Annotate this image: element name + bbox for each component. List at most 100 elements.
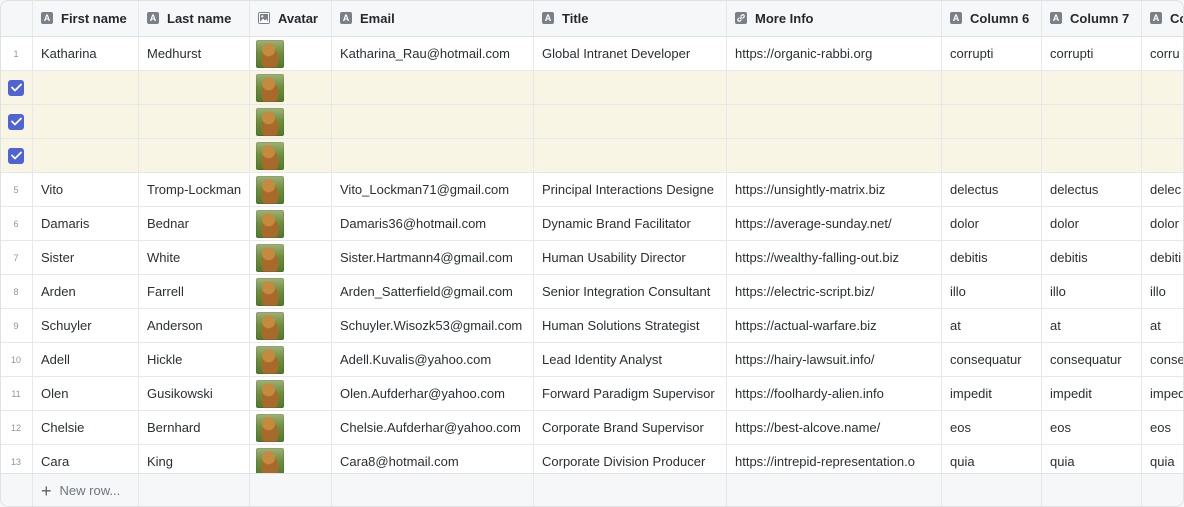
cell-first-name[interactable]: Vito — [33, 173, 139, 206]
cell-column-6[interactable]: at — [942, 309, 1042, 342]
cell-title[interactable]: Forward Paradigm Supervisor — [534, 377, 727, 410]
row-checkbox[interactable] — [0, 139, 33, 172]
cell-column-7[interactable]: debitis — [1042, 241, 1142, 274]
cell-email[interactable]: Vito_Lockman71@gmail.com — [332, 173, 534, 206]
cell-last-name[interactable] — [139, 139, 250, 172]
cell-avatar[interactable] — [250, 411, 332, 444]
row-number[interactable]: 7 — [0, 241, 33, 274]
cell-title[interactable]: Corporate Brand Supervisor — [534, 411, 727, 444]
row-number[interactable]: 12 — [0, 411, 33, 444]
cell-column-6[interactable]: consequatur — [942, 343, 1042, 376]
table-row[interactable]: 10 Adell Hickle Adell.Kuvalis@yahoo.com Lead… — [0, 343, 1184, 377]
table-row[interactable]: 1 Katharina Medhurst Katharina_Rau@hotmail.… — [0, 37, 1184, 71]
cell-more-info[interactable]: https://electric-script.biz/ — [727, 275, 942, 308]
cell-title[interactable]: Senior Integration Consultant — [534, 275, 727, 308]
cell-email[interactable]: Olen.Aufderhar@yahoo.com — [332, 377, 534, 410]
column-header-email[interactable]: A Email — [332, 0, 534, 36]
column-header-title[interactable]: A Title — [534, 0, 727, 36]
cell-last-name[interactable]: Tromp-Lockman — [139, 173, 250, 206]
cell-more-info[interactable]: https://best-alcove.name/ — [727, 411, 942, 444]
cell-more-info[interactable]: https://actual-warfare.biz — [727, 309, 942, 342]
checkmark-icon[interactable] — [8, 79, 24, 96]
cell-avatar[interactable] — [250, 207, 332, 240]
table-row[interactable]: 12 Chelsie Bernhard Chelsie.Aufderhar@yahoo… — [0, 411, 1184, 445]
cell-first-name[interactable] — [33, 105, 139, 138]
cell-last-name[interactable]: Farrell — [139, 275, 250, 308]
cell-column-8[interactable]: imped — [1142, 377, 1184, 410]
cell-email[interactable] — [332, 139, 534, 172]
table-row[interactable] — [0, 105, 1184, 139]
cell-title[interactable] — [534, 71, 727, 104]
row-number[interactable]: 1 — [0, 37, 33, 70]
cell-column-6[interactable]: corrupti — [942, 37, 1042, 70]
column-header-more-info[interactable]: More Info — [727, 0, 942, 36]
cell-first-name[interactable]: Olen — [33, 377, 139, 410]
cell-column-7[interactable] — [1042, 71, 1142, 104]
table-row[interactable]: 11 Olen Gusikowski Olen.Aufderhar@yahoo.com… — [0, 377, 1184, 411]
cell-email[interactable]: Damaris36@hotmail.com — [332, 207, 534, 240]
column-header-column-8[interactable]: A Co — [1142, 0, 1184, 36]
cell-last-name[interactable] — [139, 71, 250, 104]
table-row[interactable] — [0, 71, 1184, 105]
cell-avatar[interactable] — [250, 343, 332, 376]
column-header-column-7[interactable]: A Column 7 — [1042, 0, 1142, 36]
cell-column-6[interactable]: impedit — [942, 377, 1042, 410]
cell-more-info[interactable]: https://wealthy-falling-out.biz — [727, 241, 942, 274]
column-header-first-name[interactable]: A First name — [33, 0, 139, 36]
cell-column-8[interactable] — [1142, 71, 1184, 104]
cell-column-8[interactable]: corru — [1142, 37, 1184, 70]
cell-email[interactable] — [332, 105, 534, 138]
row-number[interactable]: 8 — [0, 275, 33, 308]
cell-title[interactable]: Human Solutions Strategist — [534, 309, 727, 342]
cell-more-info[interactable] — [727, 105, 942, 138]
cell-column-8[interactable]: eos — [1142, 411, 1184, 444]
cell-first-name[interactable]: Schuyler — [33, 309, 139, 342]
cell-more-info[interactable] — [727, 71, 942, 104]
cell-last-name[interactable]: Medhurst — [139, 37, 250, 70]
cell-column-6[interactable]: delectus — [942, 173, 1042, 206]
cell-email[interactable]: Schuyler.Wisozk53@gmail.com — [332, 309, 534, 342]
cell-more-info[interactable]: https://average-sunday.net/ — [727, 207, 942, 240]
cell-first-name[interactable]: Katharina — [33, 37, 139, 70]
row-number[interactable]: 9 — [0, 309, 33, 342]
row-number[interactable]: 6 — [0, 207, 33, 240]
cell-column-8[interactable]: delec — [1142, 173, 1184, 206]
cell-column-6[interactable]: eos — [942, 411, 1042, 444]
cell-column-7[interactable]: consequatur — [1042, 343, 1142, 376]
table-row[interactable] — [0, 139, 1184, 173]
cell-more-info[interactable]: https://organic-rabbi.org — [727, 37, 942, 70]
cell-email[interactable]: Sister.Hartmann4@gmail.com — [332, 241, 534, 274]
cell-avatar[interactable] — [250, 37, 332, 70]
cell-column-6[interactable]: dolor — [942, 207, 1042, 240]
cell-column-6[interactable] — [942, 105, 1042, 138]
cell-column-8[interactable]: debiti — [1142, 241, 1184, 274]
cell-more-info[interactable] — [727, 139, 942, 172]
cell-title[interactable]: Dynamic Brand Facilitator — [534, 207, 727, 240]
cell-title[interactable]: Lead Identity Analyst — [534, 343, 727, 376]
cell-column-7[interactable] — [1042, 105, 1142, 138]
cell-avatar[interactable] — [250, 105, 332, 138]
row-number[interactable]: 10 — [0, 343, 33, 376]
cell-avatar[interactable] — [250, 241, 332, 274]
cell-last-name[interactable]: Bernhard — [139, 411, 250, 444]
cell-last-name[interactable]: Hickle — [139, 343, 250, 376]
cell-column-8[interactable]: dolor — [1142, 207, 1184, 240]
new-row-button[interactable]: + New row... — [33, 474, 139, 507]
cell-column-7[interactable]: impedit — [1042, 377, 1142, 410]
cell-column-8[interactable]: illo — [1142, 275, 1184, 308]
cell-title[interactable]: Global Intranet Developer — [534, 37, 727, 70]
cell-email[interactable]: Chelsie.Aufderhar@yahoo.com — [332, 411, 534, 444]
cell-column-6[interactable]: debitis — [942, 241, 1042, 274]
column-header-avatar[interactable]: Avatar — [250, 0, 332, 36]
cell-avatar[interactable] — [250, 139, 332, 172]
cell-title[interactable] — [534, 139, 727, 172]
column-header-last-name[interactable]: A Last name — [139, 0, 250, 36]
cell-column-8[interactable]: at — [1142, 309, 1184, 342]
row-number[interactable]: 11 — [0, 377, 33, 410]
cell-last-name[interactable]: White — [139, 241, 250, 274]
cell-column-8[interactable]: conse — [1142, 343, 1184, 376]
cell-column-7[interactable] — [1042, 139, 1142, 172]
cell-last-name[interactable]: Gusikowski — [139, 377, 250, 410]
cell-first-name[interactable]: Sister — [33, 241, 139, 274]
cell-first-name[interactable] — [33, 71, 139, 104]
